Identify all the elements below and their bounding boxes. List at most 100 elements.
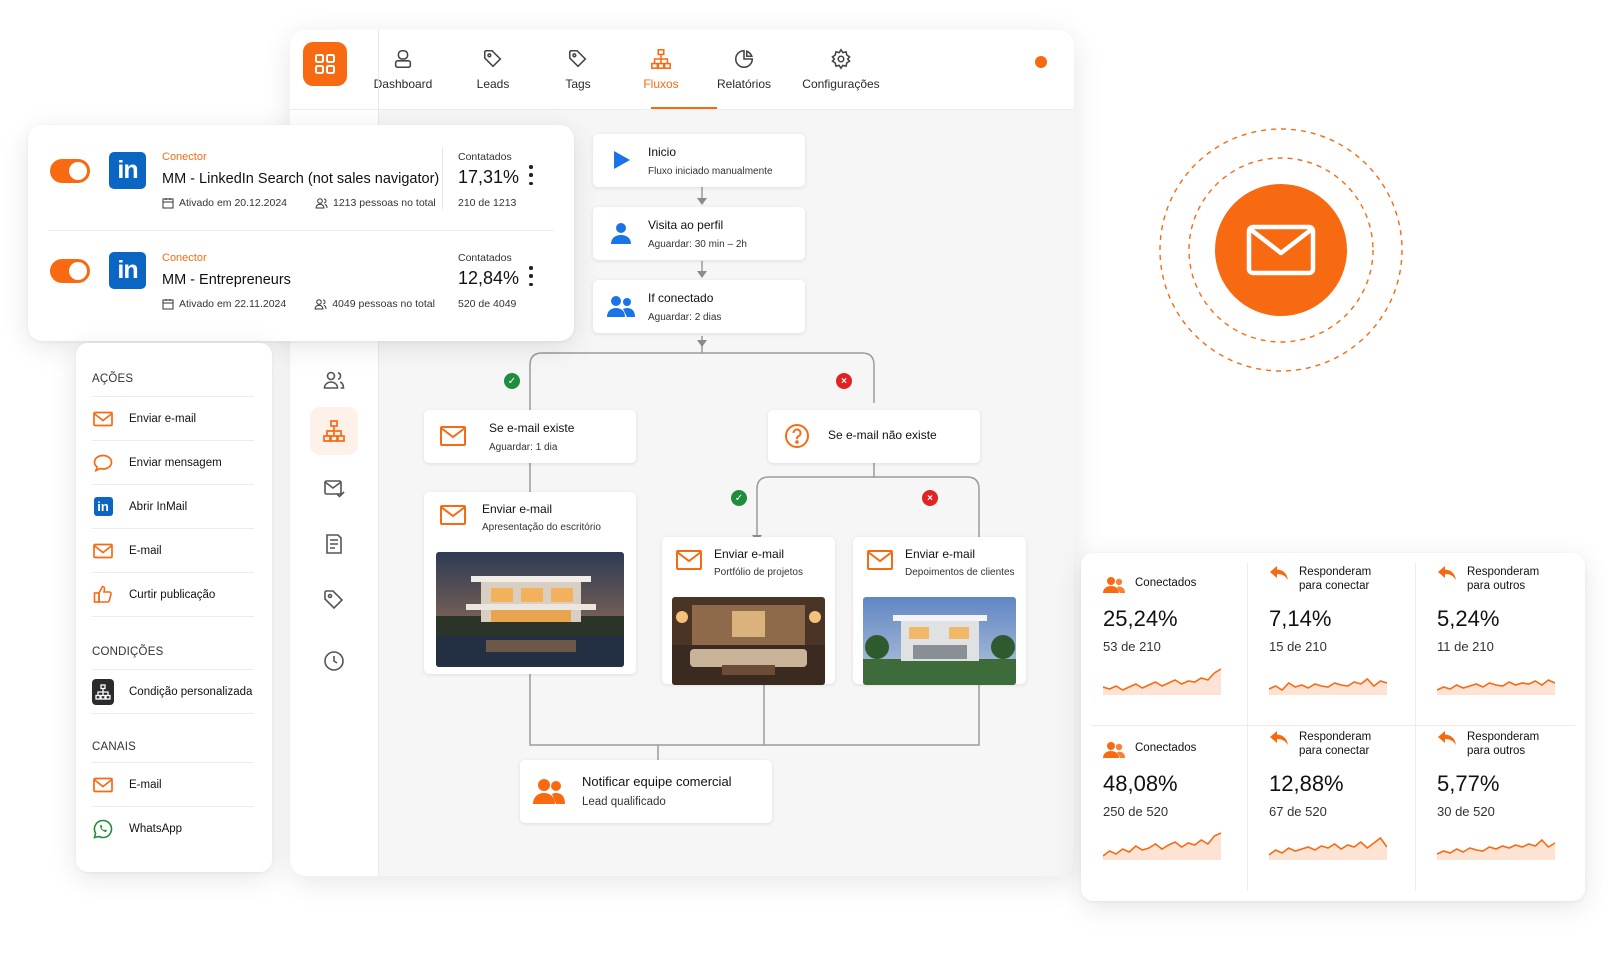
rail-history-button[interactable]: [310, 637, 358, 685]
connectors-card: in Conector MM - LinkedIn Search (not sa…: [28, 125, 574, 341]
node-title: Inicio: [648, 145, 677, 159]
tab-tags[interactable]: Tags: [533, 48, 623, 91]
action-label: Condição personalizada: [129, 685, 253, 698]
tab-configuracoes[interactable]: Configurações: [791, 48, 891, 91]
reply-icon: [1270, 731, 1288, 745]
mail-icon: [676, 550, 702, 570]
connector-stat-count: 210 de 1213: [458, 197, 517, 209]
tab-label: Leads: [476, 77, 510, 91]
house-thumbnail-image: [863, 597, 1016, 685]
tab-dashboard[interactable]: Dashboard: [358, 48, 448, 91]
action-email[interactable]: E-mail: [92, 528, 254, 572]
node-title: Se e-mail existe: [489, 421, 575, 435]
more-options-button[interactable]: [527, 266, 535, 286]
mail-check-icon: [324, 480, 345, 498]
sparkline-area: [1103, 833, 1221, 860]
connector-row: in Conector MM - LinkedIn Search (not sa…: [28, 125, 574, 229]
condition-custom[interactable]: Condição personalizada: [92, 669, 254, 713]
reply-icon: [1270, 566, 1288, 580]
sparkline-chart: [1103, 832, 1221, 860]
tab-fluxos[interactable]: Fluxos: [616, 48, 706, 91]
rail-lists-button[interactable]: [310, 520, 358, 568]
linkedin-logo: in: [109, 252, 146, 289]
grid-icon: [315, 54, 335, 74]
section-title-actions: AÇÕES: [92, 373, 134, 385]
connector-meta: Ativado em 20.12.2024 1213 pessoas no to…: [162, 197, 436, 209]
tab-label: Relatórios: [716, 77, 772, 91]
mail-icon: [440, 426, 466, 446]
top-navbar: Dashboard Leads Tags Fluxos Relatórios C…: [290, 30, 1074, 110]
action-label: Enviar mensagem: [129, 456, 222, 469]
stats-card: Conectados 25,24% 53 de 210 Responderam para…: [1081, 553, 1585, 901]
chat-bubble-icon: [93, 454, 113, 472]
connector-activated: Ativado em 20.12.2024: [179, 197, 287, 209]
stat-header-line: Responderam: [1467, 566, 1540, 578]
flow-node-send-testimonials[interactable]: Enviar e-mail Depoimentos de clientes: [853, 537, 1026, 685]
connector-toggle[interactable]: [50, 259, 90, 283]
stat-header: Responderam para outros: [1437, 565, 1539, 593]
action-send-message[interactable]: Enviar mensagem: [92, 440, 254, 484]
flow-node-if-connected[interactable]: If conectado Aguardar: 2 dias: [593, 280, 805, 333]
sparkline-chart: [1437, 679, 1555, 695]
action-send-email[interactable]: Enviar e-mail: [92, 396, 254, 440]
stat-header: Responderam para conectar: [1269, 565, 1371, 593]
stat-cell: Responderam para outros 5,77% 30 de 520: [1425, 718, 1591, 883]
connector-stat-label: Contatados: [458, 151, 512, 163]
users-icon: [1103, 742, 1125, 758]
flow-node-email-not-exists[interactable]: Se e-mail não existe: [768, 410, 980, 463]
stat-header: Conectados: [1103, 576, 1196, 594]
yes-branch-badge: ✓: [504, 373, 520, 389]
flow-node-send-portfolio[interactable]: Enviar e-mail Portfólio de projetos: [662, 537, 835, 685]
node-title: If conectado: [648, 291, 714, 305]
flow-icon: [651, 49, 671, 69]
flow-node-send-office[interactable]: Enviar e-mail Apresentação do escritório: [424, 492, 636, 674]
stat-count: 53 de 210: [1103, 639, 1161, 654]
flow-node-email-exists[interactable]: Se e-mail existe Aguardar: 1 dia: [424, 410, 636, 463]
flow-node-start[interactable]: Inicio Fluxo iniciado manualmente: [593, 134, 805, 187]
action-label: Curtir publicação: [129, 588, 216, 601]
node-subtitle: Aguardar: 1 dia: [489, 442, 558, 453]
no-branch-badge: ×: [836, 373, 852, 389]
rail-campaigns-button[interactable]: [310, 464, 358, 512]
connector-people: 4049 pessoas no total: [332, 298, 435, 310]
stat-percentage: 5,24%: [1437, 606, 1500, 631]
thumbs-up-icon: [93, 585, 112, 603]
sparkline-chart: [1103, 668, 1221, 695]
action-open-inmail[interactable]: in Abrir InMail: [92, 484, 254, 528]
flow-node-visit-profile[interactable]: Visita ao perfil Aguardar: 30 min – 2h: [593, 207, 805, 260]
apps-grid-button[interactable]: [303, 42, 347, 86]
tab-leads[interactable]: Leads: [448, 48, 538, 91]
node-subtitle: Lead qualificado: [582, 796, 666, 808]
action-label: Abrir InMail: [129, 500, 188, 513]
section-title-channels: CANAIS: [92, 741, 137, 753]
user-icon: [611, 223, 631, 244]
flow-node-notify-sales[interactable]: Notificar equipe comercial Lead qualific…: [520, 760, 772, 823]
channel-email[interactable]: E-mail: [92, 762, 254, 806]
stat-count: 30 de 520: [1437, 804, 1495, 819]
node-title: Notificar equipe comercial: [582, 774, 732, 789]
mail-icon: [1246, 224, 1316, 276]
connector-stat-label: Contatados: [458, 252, 512, 264]
node-title: Enviar e-mail: [482, 502, 553, 516]
rail-flows-button[interactable]: [310, 407, 358, 455]
stat-header-line: para conectar: [1299, 745, 1370, 757]
tab-relatorios[interactable]: Relatórios: [699, 48, 789, 91]
question-icon: [785, 424, 809, 448]
node-subtitle: Fluxo iniciado manualmente: [648, 166, 773, 177]
connector-toggle[interactable]: [50, 159, 90, 183]
rail-contacts-button[interactable]: [310, 356, 358, 404]
mail-icon: [93, 777, 113, 792]
sparkline-chart: [1269, 677, 1387, 695]
rail-tags-button[interactable]: [310, 576, 358, 624]
action-like-post[interactable]: Curtir publicação: [92, 572, 254, 616]
stat-count: 11 de 210: [1437, 639, 1494, 654]
channel-whatsapp[interactable]: WhatsApp: [92, 806, 254, 850]
mail-icon: [93, 411, 113, 426]
more-options-button[interactable]: [527, 165, 535, 185]
stat-header-line: Conectados: [1135, 742, 1197, 754]
yes-branch-badge: ✓: [731, 490, 747, 506]
node-subtitle: Aguardar: 2 dias: [648, 312, 722, 323]
linkedin-icon: in: [93, 497, 113, 516]
connector-tag: Conector: [162, 252, 207, 264]
calendar-icon: [162, 198, 174, 209]
